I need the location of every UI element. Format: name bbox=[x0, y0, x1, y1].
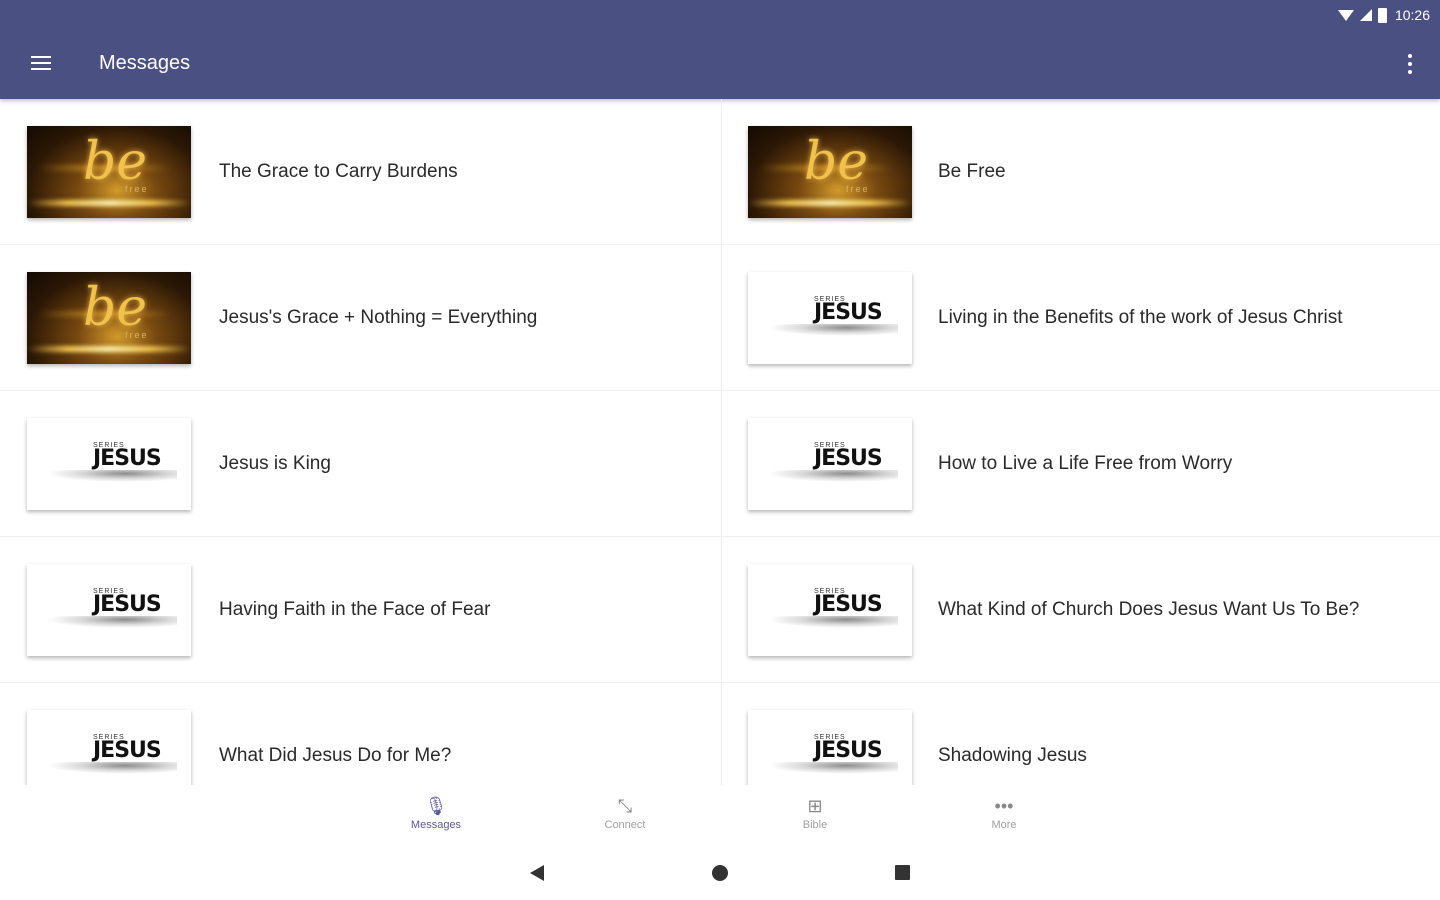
message-item[interactable]: be free Jesus's Grace + Nothing = Everyt… bbox=[0, 245, 720, 391]
wifi-icon bbox=[1337, 9, 1354, 21]
message-item[interactable]: SERIES JESUS Shadowing Jesus bbox=[720, 683, 1440, 785]
message-title: Jesus is King bbox=[219, 453, 331, 474]
message-title: How to Live a Life Free from Worry bbox=[938, 453, 1233, 474]
message-title: Living in the Benefits of the work of Je… bbox=[938, 307, 1343, 328]
grid-row: SERIES JESUS Having Faith in the Face of… bbox=[0, 537, 1440, 683]
message-thumbnail: SERIES JESUS bbox=[748, 418, 912, 510]
message-title: Having Faith in the Face of Fear bbox=[219, 599, 491, 620]
nav-label: Messages bbox=[410, 819, 462, 831]
menu-icon[interactable] bbox=[22, 46, 60, 80]
grid-row: be free The Grace to Carry Burdens be fr… bbox=[0, 99, 1440, 245]
back-icon[interactable] bbox=[527, 862, 551, 884]
nav-bible[interactable]: ⊞ Bible bbox=[770, 793, 860, 841]
app-bar: 10:26 Messages bbox=[0, 0, 1440, 99]
message-thumbnail: SERIES JESUS bbox=[27, 710, 191, 785]
message-thumbnail: SERIES JESUS bbox=[748, 272, 912, 364]
message-title: What Kind of Church Does Jesus Want Us T… bbox=[938, 599, 1360, 620]
more-icon: ••• bbox=[994, 796, 1014, 816]
nav-messages[interactable]: 🎙 Messages bbox=[391, 793, 481, 841]
message-item[interactable]: SERIES JESUS Jesus is King bbox=[0, 391, 720, 537]
signal-icon bbox=[1359, 9, 1372, 21]
battery-icon bbox=[1377, 7, 1387, 23]
overflow-menu-icon[interactable] bbox=[1400, 50, 1420, 78]
nav-more[interactable]: ••• More bbox=[959, 793, 1049, 841]
nav-connect[interactable]: ⤡ Connect bbox=[580, 793, 670, 841]
message-item[interactable]: SERIES JESUS Having Faith in the Face of… bbox=[0, 537, 720, 683]
message-title: Shadowing Jesus bbox=[938, 745, 1087, 766]
grid-row: SERIES JESUS Jesus is King SERIES JESUS … bbox=[0, 391, 1440, 537]
microphone-icon: 🎙 bbox=[424, 796, 448, 816]
message-item[interactable]: SERIES JESUS How to Live a Life Free fro… bbox=[720, 391, 1440, 537]
message-item[interactable]: be free Be Free bbox=[720, 99, 1440, 245]
message-thumbnail: be free bbox=[27, 272, 191, 364]
message-item[interactable]: SERIES JESUS What Kind of Church Does Je… bbox=[720, 537, 1440, 683]
message-item[interactable]: be free The Grace to Carry Burdens bbox=[0, 99, 720, 245]
message-thumbnail: SERIES JESUS bbox=[748, 564, 912, 656]
message-thumbnail: be free bbox=[27, 126, 191, 218]
message-thumbnail: SERIES JESUS bbox=[748, 710, 912, 785]
recent-apps-icon[interactable] bbox=[891, 862, 915, 884]
grid-row: SERIES JESUS What Did Jesus Do for Me? S… bbox=[0, 683, 1440, 785]
nav-label: Connect bbox=[604, 819, 646, 831]
message-title: Be Free bbox=[938, 161, 1006, 182]
bible-icon: ⊞ bbox=[807, 796, 823, 816]
status-bar: 10:26 bbox=[1337, 4, 1430, 26]
connect-icon: ⤡ bbox=[617, 796, 633, 816]
messages-grid: be free The Grace to Carry Burdens be fr… bbox=[0, 99, 1440, 785]
status-time: 10:26 bbox=[1394, 7, 1430, 23]
home-icon[interactable] bbox=[708, 862, 732, 884]
message-item[interactable]: SERIES JESUS Living in the Benefits of t… bbox=[720, 245, 1440, 391]
nav-label: Bible bbox=[802, 819, 828, 831]
nav-label: More bbox=[991, 819, 1017, 831]
bottom-navigation: 🎙 Messages ⤡ Connect ⊞ Bible ••• More bbox=[0, 785, 1440, 845]
message-title: The Grace to Carry Burdens bbox=[219, 161, 458, 182]
message-title: What Did Jesus Do for Me? bbox=[219, 745, 452, 766]
grid-row: be free Jesus's Grace + Nothing = Everyt… bbox=[0, 245, 1440, 391]
message-thumbnail: SERIES JESUS bbox=[27, 418, 191, 510]
message-title: Jesus's Grace + Nothing = Everything bbox=[219, 307, 538, 328]
system-navigation-bar bbox=[0, 845, 1440, 900]
message-item[interactable]: SERIES JESUS What Did Jesus Do for Me? bbox=[0, 683, 720, 785]
page-title: Messages bbox=[99, 52, 191, 74]
message-thumbnail: be free bbox=[748, 126, 912, 218]
message-thumbnail: SERIES JESUS bbox=[27, 564, 191, 656]
